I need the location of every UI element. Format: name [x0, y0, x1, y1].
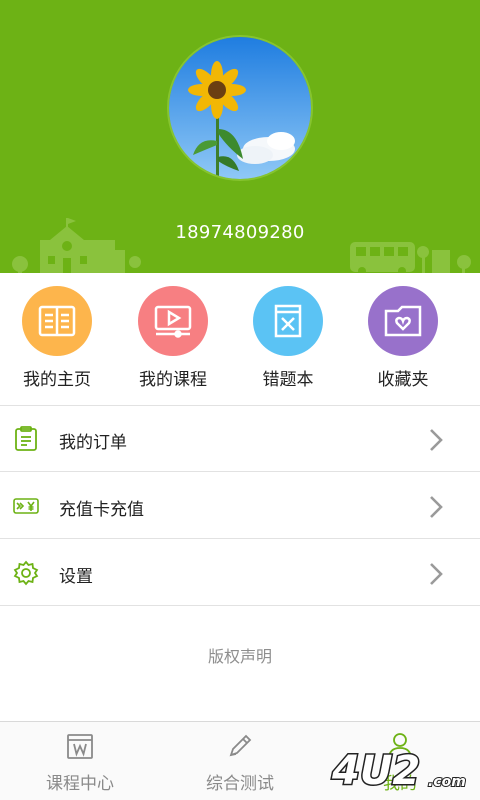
copyright-link[interactable]: 版权声明 — [0, 643, 480, 667]
menu-item-label: 设置 — [59, 567, 93, 587]
sunflower-avatar-icon — [169, 37, 311, 179]
menu-item-label: 充值卡充值 — [59, 500, 144, 520]
avatar[interactable] — [167, 35, 313, 181]
settings-gear-icon — [13, 560, 39, 586]
shortcut-grid: 我的主页 我的课程 错题本 收藏夹 — [0, 273, 480, 406]
menu-item-my-orders[interactable]: 我的订单 — [0, 406, 480, 472]
recharge-card-icon — [13, 498, 39, 514]
chevron-right-icon — [430, 496, 443, 518]
chevron-right-icon — [430, 563, 443, 585]
book-icon — [22, 286, 92, 356]
shortcut-label: 我的课程 — [139, 370, 207, 390]
shortcut-mistake-book[interactable]: 错题本 — [233, 286, 343, 390]
course-center-icon — [67, 734, 93, 759]
mistake-book-icon — [253, 286, 323, 356]
shortcut-label: 错题本 — [262, 370, 314, 390]
shortcut-label: 我的主页 — [23, 370, 91, 390]
favorite-folder-icon — [368, 286, 438, 356]
menu-item-recharge[interactable]: 充值卡充值 — [0, 473, 480, 539]
svg-text:4U2: 4U2 — [331, 748, 420, 794]
order-list-icon — [15, 426, 37, 451]
tab-course-center[interactable]: 课程中心 — [0, 722, 160, 800]
shortcut-label: 收藏夹 — [377, 370, 429, 390]
chevron-right-icon — [430, 429, 443, 451]
video-play-icon — [138, 286, 208, 356]
tab-comprehensive-test[interactable]: 综合测试 — [160, 722, 320, 800]
menu-item-settings[interactable]: 设置 — [0, 540, 480, 606]
tab-label: 课程中心 — [46, 774, 114, 794]
pencil-icon — [229, 734, 252, 757]
menu-item-label: 我的订单 — [59, 433, 127, 453]
phone-number: 18974809280 — [175, 222, 305, 243]
shortcut-my-homepage[interactable]: 我的主页 — [2, 286, 112, 390]
profile-header: 18974809280 — [0, 0, 480, 273]
shortcut-favorites[interactable]: 收藏夹 — [348, 286, 458, 390]
shortcut-my-courses[interactable]: 我的课程 — [118, 286, 228, 390]
tab-label: 综合测试 — [206, 774, 274, 794]
site-watermark-logo: 4U2 .com — [330, 747, 467, 796]
svg-text:.com: .com — [428, 774, 466, 790]
